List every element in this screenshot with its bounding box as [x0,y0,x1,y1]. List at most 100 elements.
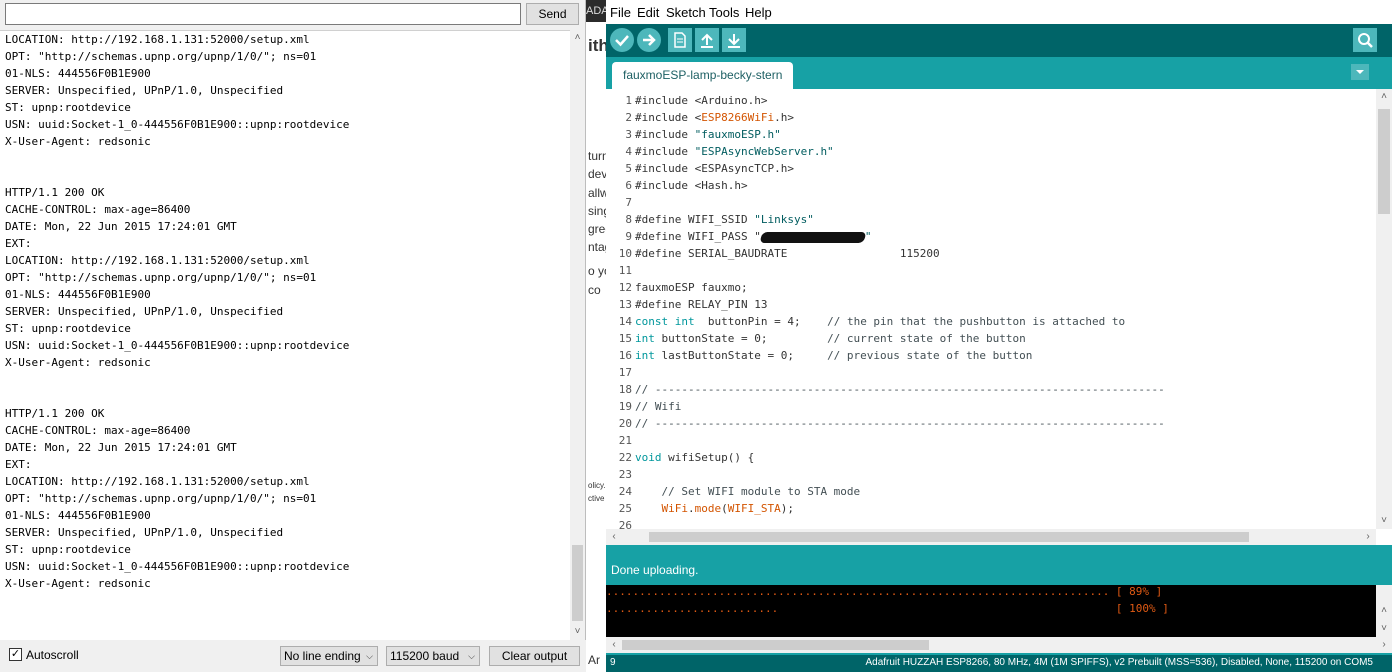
line-number: 9 [625,230,632,243]
code-line: void wifiSetup() { [635,451,755,464]
line-number: 10 [618,247,632,260]
open-icon[interactable] [695,28,719,52]
code-editor[interactable]: 1 2 3 4 5 6 7 8 9 10 11 12 13 14 15 16 17 18 19 20 21 22 23 24 2… [606,89,1392,545]
console-output[interactable]: ........................................… [606,585,1376,637]
console-line: ........................................… [606,585,1163,598]
menu-help[interactable]: Help [745,5,772,20]
code-line: // -------------------------------------… [635,383,1165,396]
line-number: 12 [618,281,632,294]
bg-text: ith [588,36,606,55]
line-number: 8 [625,213,632,226]
editor-vertical-scrollbar[interactable]: ˄ ˅ [1376,89,1392,529]
code-line: fauxmoESP fauxmo; [635,281,748,294]
line-number: 14 [618,315,632,328]
scroll-left-icon[interactable]: ‹ [606,529,622,545]
menu-file[interactable]: File [610,5,631,20]
serial-monitor-icon[interactable] [1353,28,1377,52]
verify-icon[interactable] [610,28,634,52]
scrollbar-thumb[interactable] [622,640,929,650]
tab-bar: fauxmoESP-lamp-becky-stern [606,57,1392,89]
serial-output-area[interactable]: LOCATION: http://192.168.1.131:52000/set… [0,30,570,640]
send-button[interactable]: Send [526,3,579,25]
tab-sketch[interactable]: fauxmoESP-lamp-becky-stern [612,62,794,89]
code-line: #define WIFI_PASS " " [635,230,872,243]
background-window-titlebar: ADA [586,0,606,22]
code-line: #include "fauxmoESP.h" [635,128,781,141]
code-line: const int buttonPin = 4; // the pin that… [635,315,1126,328]
scroll-left-icon[interactable]: ‹ [606,637,622,653]
scroll-up-icon[interactable]: ˄ [1376,603,1392,619]
code-line: #define SERIAL_BAUDRATE 115200 [635,247,940,260]
scroll-down-icon[interactable]: ˅ [1376,621,1392,637]
line-number: 19 [618,400,632,413]
line-ending-select[interactable]: No line ending ⌵ [280,646,378,666]
line-number: 1 [625,94,632,107]
bg-text: ntag [588,240,606,254]
scroll-right-icon[interactable]: › [1376,637,1392,653]
upload-icon[interactable] [637,28,661,52]
chevron-down-icon: ⌵ [468,651,475,661]
scrollbar-thumb[interactable] [1378,109,1390,214]
tab-menu-button[interactable] [1351,64,1369,80]
line-number: 4 [625,145,632,158]
bg-text: ctive [588,494,605,503]
scroll-up-icon[interactable]: ˄ [1376,89,1392,105]
scrollbar-thumb[interactable] [649,532,1249,542]
code-line: #include <ESP8266WiFi.h> [635,111,794,124]
scroll-up-icon[interactable]: ˄ [570,30,585,46]
scroll-down-icon[interactable]: ˅ [570,624,585,640]
background-window: ADA ith turn dev allw sing gree ntag o y… [586,0,606,672]
code-line: #include <ESPAsyncTCP.h> [635,162,794,175]
line-number: 13 [618,298,632,311]
editor-horizontal-scrollbar[interactable]: ‹ › [606,529,1376,545]
current-line-number: 9 [610,657,616,668]
bg-text: o yo [588,264,606,278]
line-number: 17 [618,366,632,379]
serial-send-input[interactable] [5,3,521,25]
ide-footer: 9 Adafruit HUZZAH ESP8266, 80 MHz, 4M (1… [606,655,1392,672]
redacted-password [759,231,867,243]
menu-bar: File Edit Sketch Tools Help [606,0,1392,24]
bg-text: co [588,283,601,297]
scroll-right-icon[interactable]: › [1360,529,1376,545]
menu-edit[interactable]: Edit [637,5,659,20]
code-line: // Wifi [635,400,682,413]
code-line: WiFi.mode(WIFI_STA); [661,502,794,515]
new-file-icon[interactable] [668,28,692,52]
menu-tools[interactable]: Tools [709,5,739,20]
console-vertical-scrollbar[interactable]: ˄ ˅ [1376,585,1392,637]
code-line: #include <Hash.h> [635,179,748,192]
serial-monitor-window: Send LOCATION: http://192.168.1.131:5200… [0,0,586,672]
code-text[interactable]: #include <Arduino.h> #include <ESP8266WiF… [635,92,1375,534]
baud-rate-select[interactable]: 115200 baud ⌵ [386,646,480,666]
code-line: int buttonState = 0; // current state of… [635,332,1026,345]
code-line: #define RELAY_PIN 13 [635,298,768,311]
save-icon[interactable] [722,28,746,52]
line-number: 7 [625,196,632,209]
line-ending-value: No line ending [284,649,361,663]
autoscroll-checkbox[interactable]: ✓ [9,648,22,661]
status-message: Done uploading. [611,563,699,577]
bg-text: allw [588,186,606,200]
line-number: 5 [625,162,632,175]
serial-send-bar: Send [0,0,586,30]
menu-sketch[interactable]: Sketch [666,5,706,20]
line-number: 23 [618,468,632,481]
bg-text: turn [588,149,606,163]
toolbar [606,24,1392,57]
serial-vertical-scrollbar[interactable]: ˄ ˅ [570,30,585,640]
line-number: 24 [618,485,632,498]
code-line: #define WIFI_SSID "Linksys" [635,213,814,226]
console-line: .......................... [ 100% ] [606,602,1169,615]
scroll-down-icon[interactable]: ˅ [1376,513,1392,529]
bg-text: gree [588,222,606,236]
code-line: // -------------------------------------… [635,417,1165,430]
bg-text: sing [588,204,606,218]
clear-output-button[interactable]: Clear output [489,646,580,666]
scrollbar-thumb[interactable] [572,545,583,621]
console-horizontal-scrollbar[interactable]: ‹ › [606,637,1392,653]
line-number: 2 [625,111,632,124]
